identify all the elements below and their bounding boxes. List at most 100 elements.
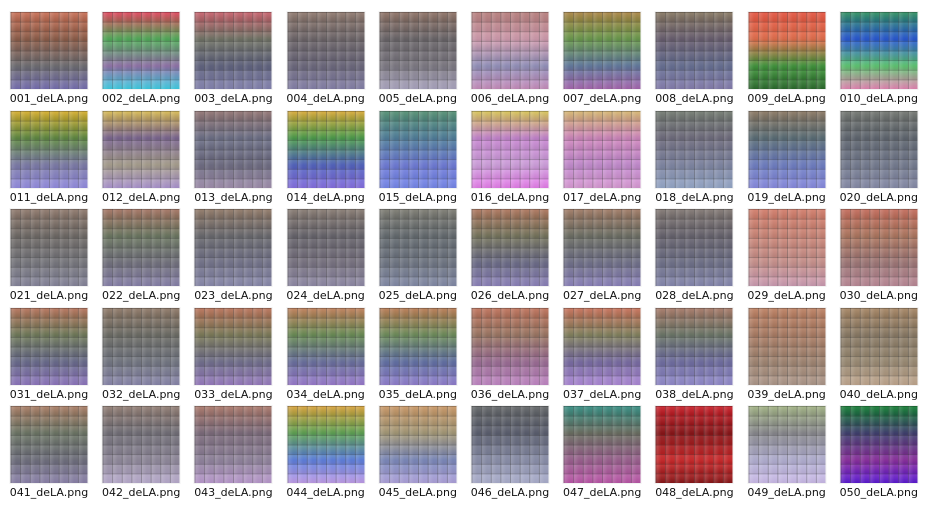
thumbnail-item[interactable]: 049_deLA.png: [741, 406, 833, 502]
thumbnail-image[interactable]: [563, 307, 641, 385]
thumbnail-image[interactable]: [471, 12, 549, 89]
thumbnail-item[interactable]: 047_deLA.png: [556, 406, 648, 502]
thumbnail-item[interactable]: 007_deLA.png: [556, 12, 648, 108]
thumbnail-image[interactable]: [194, 307, 272, 385]
thumbnail-image[interactable]: [287, 110, 365, 188]
thumbnail-image[interactable]: [655, 110, 733, 188]
thumbnail-item[interactable]: 005_deLA.png: [372, 12, 464, 108]
thumbnail-image[interactable]: [379, 406, 457, 483]
thumbnail-image[interactable]: [840, 307, 918, 385]
thumbnail-item[interactable]: 048_deLA.png: [648, 406, 740, 502]
thumbnail-item[interactable]: 031_deLA.png: [3, 307, 95, 404]
thumbnail-item[interactable]: 033_deLA.png: [187, 307, 279, 404]
thumbnail-item[interactable]: 034_deLA.png: [280, 307, 372, 404]
thumbnail-image[interactable]: [10, 307, 88, 385]
thumbnail-item[interactable]: 035_deLA.png: [372, 307, 464, 404]
thumbnail-item[interactable]: 050_deLA.png: [833, 406, 925, 502]
thumbnail-item[interactable]: 021_deLA.png: [3, 209, 95, 305]
thumbnail-item[interactable]: 003_deLA.png: [187, 12, 279, 108]
thumbnail-image[interactable]: [471, 110, 549, 188]
thumbnail-item[interactable]: 026_deLA.png: [464, 209, 556, 305]
thumbnail-item[interactable]: 032_deLA.png: [95, 307, 187, 404]
thumbnail-image[interactable]: [10, 12, 88, 89]
thumbnail-image[interactable]: [194, 110, 272, 188]
thumbnail-item[interactable]: 016_deLA.png: [464, 110, 556, 207]
thumbnail-item[interactable]: 006_deLA.png: [464, 12, 556, 108]
thumbnail-image[interactable]: [102, 209, 180, 286]
thumbnail-image[interactable]: [287, 12, 365, 89]
thumbnail-image[interactable]: [102, 110, 180, 188]
thumbnail-item[interactable]: 043_deLA.png: [187, 406, 279, 502]
thumbnail-item[interactable]: 022_deLA.png: [95, 209, 187, 305]
thumbnail-image[interactable]: [471, 209, 549, 286]
thumbnail-image[interactable]: [748, 12, 826, 89]
thumbnail-image[interactable]: [379, 12, 457, 89]
thumbnail-image[interactable]: [840, 209, 918, 286]
thumbnail-item[interactable]: 040_deLA.png: [833, 307, 925, 404]
thumbnail-item[interactable]: 009_deLA.png: [741, 12, 833, 108]
thumbnail-item[interactable]: 015_deLA.png: [372, 110, 464, 207]
thumbnail-item[interactable]: 038_deLA.png: [648, 307, 740, 404]
thumbnail-image[interactable]: [194, 406, 272, 483]
thumbnail-image[interactable]: [563, 406, 641, 483]
thumbnail-item[interactable]: 036_deLA.png: [464, 307, 556, 404]
thumbnail-image[interactable]: [748, 406, 826, 483]
thumbnail-item[interactable]: 044_deLA.png: [280, 406, 372, 502]
thumbnail-item[interactable]: 001_deLA.png: [3, 12, 95, 108]
thumbnail-item[interactable]: 039_deLA.png: [741, 307, 833, 404]
thumbnail-item[interactable]: 010_deLA.png: [833, 12, 925, 108]
thumbnail-item[interactable]: 017_deLA.png: [556, 110, 648, 207]
thumbnail-image[interactable]: [840, 406, 918, 483]
thumbnail-item[interactable]: 028_deLA.png: [648, 209, 740, 305]
thumbnail-item[interactable]: 037_deLA.png: [556, 307, 648, 404]
thumbnail-item[interactable]: 042_deLA.png: [95, 406, 187, 502]
thumbnail-image[interactable]: [563, 209, 641, 286]
thumbnail-item[interactable]: 002_deLA.png: [95, 12, 187, 108]
thumbnail-image[interactable]: [655, 12, 733, 89]
thumbnail-image[interactable]: [287, 307, 365, 385]
thumbnail-image[interactable]: [748, 209, 826, 286]
thumbnail-item[interactable]: 027_deLA.png: [556, 209, 648, 305]
thumbnail-image[interactable]: [840, 110, 918, 188]
thumbnail-image[interactable]: [471, 307, 549, 385]
thumbnail-item[interactable]: 046_deLA.png: [464, 406, 556, 502]
thumbnail-item[interactable]: 024_deLA.png: [280, 209, 372, 305]
thumbnail-image[interactable]: [102, 406, 180, 483]
thumbnail-item[interactable]: 020_deLA.png: [833, 110, 925, 207]
thumbnail-item[interactable]: 011_deLA.png: [3, 110, 95, 207]
thumbnail-image[interactable]: [102, 307, 180, 385]
thumbnail-image[interactable]: [655, 209, 733, 286]
thumbnail-image[interactable]: [10, 110, 88, 188]
thumbnail-image[interactable]: [379, 209, 457, 286]
thumbnail-image[interactable]: [194, 12, 272, 89]
thumbnail-item[interactable]: 013_deLA.png: [187, 110, 279, 207]
thumbnail-image[interactable]: [379, 307, 457, 385]
thumbnail-item[interactable]: 012_deLA.png: [95, 110, 187, 207]
thumbnail-image[interactable]: [379, 110, 457, 188]
thumbnail-item[interactable]: 014_deLA.png: [280, 110, 372, 207]
thumbnail-item[interactable]: 030_deLA.png: [833, 209, 925, 305]
thumbnail-item[interactable]: 029_deLA.png: [741, 209, 833, 305]
thumbnail-image[interactable]: [102, 12, 180, 89]
thumbnail-image[interactable]: [10, 209, 88, 286]
thumbnail-item[interactable]: 041_deLA.png: [3, 406, 95, 502]
thumbnail-image[interactable]: [840, 12, 918, 89]
thumbnail-image[interactable]: [655, 406, 733, 483]
thumbnail-image[interactable]: [563, 110, 641, 188]
thumbnail-image[interactable]: [10, 406, 88, 483]
thumbnail-image[interactable]: [563, 12, 641, 89]
thumbnail-image[interactable]: [655, 307, 733, 385]
thumbnail-item[interactable]: 045_deLA.png: [372, 406, 464, 502]
thumbnail-image[interactable]: [287, 209, 365, 286]
thumbnail-item[interactable]: 004_deLA.png: [280, 12, 372, 108]
thumbnail-image[interactable]: [471, 406, 549, 483]
thumbnail-image[interactable]: [748, 110, 826, 188]
thumbnail-image[interactable]: [194, 209, 272, 286]
thumbnail-image[interactable]: [748, 307, 826, 385]
thumbnail-image[interactable]: [287, 406, 365, 483]
thumbnail-item[interactable]: 008_deLA.png: [648, 12, 740, 108]
thumbnail-item[interactable]: 023_deLA.png: [187, 209, 279, 305]
thumbnail-item[interactable]: 018_deLA.png: [648, 110, 740, 207]
thumbnail-item[interactable]: 019_deLA.png: [741, 110, 833, 207]
thumbnail-item[interactable]: 025_deLA.png: [372, 209, 464, 305]
